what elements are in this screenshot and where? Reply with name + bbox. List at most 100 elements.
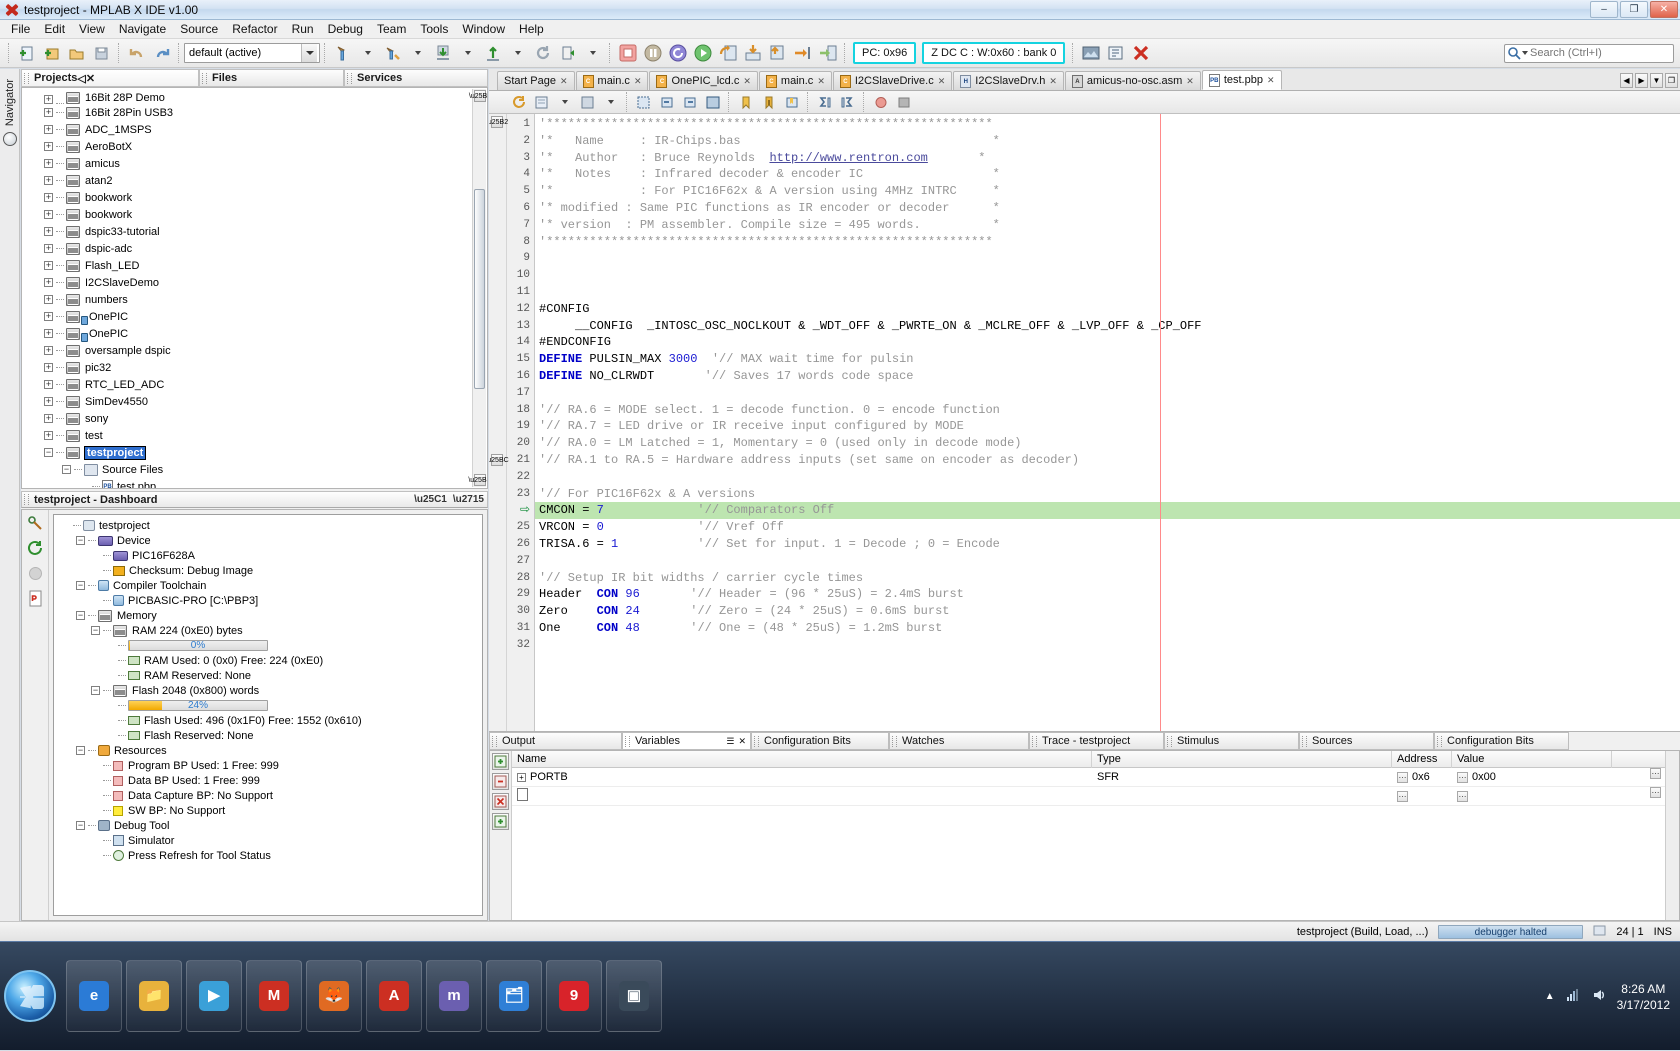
expand-toggle-icon[interactable]: + xyxy=(44,176,53,185)
debug-project-icon[interactable] xyxy=(556,42,579,65)
column-header-value[interactable]: Value xyxy=(1452,751,1612,768)
dashboard-row[interactable]: RAM Used: 0 (0x0) Free: 224 (0xE0) xyxy=(57,653,482,668)
navigator-strip[interactable]: Navigator xyxy=(0,69,20,921)
next-bookmark-icon[interactable] xyxy=(758,93,779,112)
taskbar-clock[interactable]: 8:26 AM 3/17/2012 xyxy=(1617,981,1670,1013)
column-header-name[interactable]: Name xyxy=(512,751,1092,768)
tree-item[interactable]: +oversample dspic xyxy=(22,342,487,359)
cell-value[interactable]: ⋯0x00 xyxy=(1452,768,1612,787)
cell-name[interactable] xyxy=(512,787,1092,806)
step-out-icon[interactable] xyxy=(766,42,789,65)
chevron-down-icon[interactable] xyxy=(600,93,621,112)
build-project-icon[interactable] xyxy=(331,42,354,65)
undo-icon[interactable] xyxy=(125,42,148,65)
cell-edit-button[interactable]: ⋯ xyxy=(1397,791,1408,802)
add-watch-icon[interactable] xyxy=(492,813,509,830)
open-project-icon[interactable] xyxy=(65,42,88,65)
expand-toggle-icon[interactable]: + xyxy=(44,397,53,406)
tree-item[interactable]: −Source Files xyxy=(22,461,487,478)
expand-toggle-icon[interactable]: + xyxy=(44,95,53,104)
collapse-toggle-icon[interactable]: − xyxy=(62,465,71,474)
chevron-down-icon[interactable] xyxy=(506,42,529,65)
tree-item[interactable]: +Flash_LED xyxy=(22,257,487,274)
network-icon[interactable] xyxy=(1565,987,1581,1006)
delete-watch-icon[interactable] xyxy=(492,773,509,790)
code-line[interactable]: '* Author : Bruce Reynolds http://www.re… xyxy=(535,150,1680,167)
run-to-cursor-icon[interactable] xyxy=(791,42,814,65)
project-properties-icon[interactable] xyxy=(27,515,44,532)
editor-tab-amicus-no-osc-asm[interactable]: Aamicus-no-osc.asm✕ xyxy=(1065,71,1201,90)
chevron-down-icon[interactable] xyxy=(456,42,479,65)
explorer-window-icon[interactable]: 🗂 xyxy=(486,960,542,1032)
dashboard-row[interactable]: PICBASIC-PRO [C:\PBP3] xyxy=(57,593,482,608)
scroll-down-button[interactable]: \u25BC xyxy=(491,454,503,466)
stop-debug-icon[interactable] xyxy=(1129,42,1152,65)
column-header-address[interactable]: Address xyxy=(1392,751,1452,768)
dashboard-row[interactable]: −RAM 224 (0xE0) bytes xyxy=(57,623,482,638)
expand-toggle-icon[interactable]: + xyxy=(44,312,53,321)
redo-icon[interactable] xyxy=(150,42,173,65)
close-panel-icon[interactable]: ✕ xyxy=(86,73,95,85)
tree-item[interactable]: +sony xyxy=(22,410,487,427)
maximize-editor-button[interactable]: ❐ xyxy=(1665,73,1678,88)
start-button[interactable] xyxy=(4,970,56,1022)
media-player-icon[interactable]: ▶ xyxy=(186,960,242,1032)
menu-help[interactable]: Help xyxy=(512,21,551,37)
step-over-icon[interactable] xyxy=(716,42,739,65)
scroll-up-button[interactable]: \u25B2 xyxy=(491,116,503,128)
close-tab-icon[interactable]: ✕ xyxy=(743,76,751,87)
scrollbar-thumb[interactable] xyxy=(474,189,485,389)
dock-tab-variables[interactable]: Variables☰✕ xyxy=(622,732,751,750)
cell-edit-button[interactable]: ⋯ xyxy=(1397,772,1408,783)
code-line[interactable]: Zero CON 24 '// Zero = (24 * 25uS) = 0.6… xyxy=(535,603,1680,620)
close-button[interactable]: ✕ xyxy=(1650,1,1678,18)
code-line[interactable]: '***************************************… xyxy=(535,234,1680,251)
last-edit-icon[interactable] xyxy=(508,93,529,112)
clean-and-build-icon[interactable] xyxy=(381,42,404,65)
code-line[interactable]: '// RA.7 = LED drive or IR receive input… xyxy=(535,418,1680,435)
code-line[interactable]: Header CON 96 '// Header = (96 * 25uS) =… xyxy=(535,586,1680,603)
tree-item[interactable]: +16Bit 28P Demo xyxy=(22,90,487,104)
menu-run[interactable]: Run xyxy=(285,21,321,37)
tree-item[interactable]: +dspic-adc xyxy=(22,240,487,257)
menu-edit[interactable]: Edit xyxy=(37,21,72,37)
expand-toggle-icon[interactable]: + xyxy=(44,329,53,338)
chevron-down-icon[interactable] xyxy=(356,42,379,65)
expand-toggle-icon[interactable]: + xyxy=(44,244,53,253)
dashboard-row[interactable]: Flash Used: 496 (0x1F0) Free: 1552 (0x61… xyxy=(57,713,482,728)
minimize-button[interactable]: – xyxy=(1590,1,1618,18)
close-panel-icon[interactable]: \u2715 xyxy=(453,494,484,505)
projects-scrollbar[interactable]: \u25B2 \u25BC xyxy=(472,89,486,487)
panel-grip[interactable] xyxy=(24,494,29,505)
tree-item[interactable]: +OnePIC xyxy=(22,325,487,342)
collapse-toggle-icon[interactable]: − xyxy=(76,746,85,755)
expand-toggle-icon[interactable]: + xyxy=(44,414,53,423)
dashboard-tree[interactable]: testproject−DevicePIC16F628AChecksum: De… xyxy=(53,514,483,916)
tree-item[interactable]: +AeroBotX xyxy=(22,138,487,155)
expand-toggle-icon[interactable]: + xyxy=(44,193,53,202)
menu-refactor[interactable]: Refactor xyxy=(225,21,284,37)
close-tab-icon[interactable]: ✕ xyxy=(938,76,946,87)
dashboard-row[interactable]: RAM Reserved: None xyxy=(57,668,482,683)
editor-tab-test-pbp[interactable]: PBtest.pbp✕ xyxy=(1202,70,1282,90)
menu-window[interactable]: Window xyxy=(455,21,512,37)
code-line[interactable]: '// RA.1 to RA.5 = Hardware address inpu… xyxy=(535,452,1680,469)
find-selection-icon[interactable] xyxy=(531,93,552,112)
dock-tab-trace---testproject[interactable]: Trace - testproject xyxy=(1029,732,1164,750)
dock-tab-watches[interactable]: Watches xyxy=(889,732,1029,750)
editor-tab-i2cslavedrive-c[interactable]: CI2CSlaveDrive.c✕ xyxy=(833,71,952,90)
code-line[interactable]: One CON 48 '// One = (48 * 25uS) = 1.2mS… xyxy=(535,620,1680,637)
cell-edit-button[interactable]: ⋯ xyxy=(1457,772,1468,783)
tab-projects[interactable]: Projects◁✕ xyxy=(21,69,199,87)
collapse-toggle-icon[interactable]: − xyxy=(91,686,100,695)
step-into-icon[interactable] xyxy=(741,42,764,65)
tab-list-button[interactable]: ▼ xyxy=(1650,73,1663,88)
maximize-button[interactable]: ❐ xyxy=(1620,1,1648,18)
code-line[interactable]: '// Setup IR bit widths / carrier cycle … xyxy=(535,570,1680,587)
menu-source[interactable]: Source xyxy=(173,21,225,37)
make-and-program-icon[interactable] xyxy=(431,42,454,65)
dashboard-row[interactable]: Press Refresh for Tool Status xyxy=(57,848,482,863)
dock-tab-stimulus[interactable]: Stimulus xyxy=(1164,732,1299,750)
code-line[interactable]: CMCON = 7 '// Comparators Off xyxy=(535,502,1680,519)
toggle-rect-select-icon[interactable] xyxy=(633,93,654,112)
